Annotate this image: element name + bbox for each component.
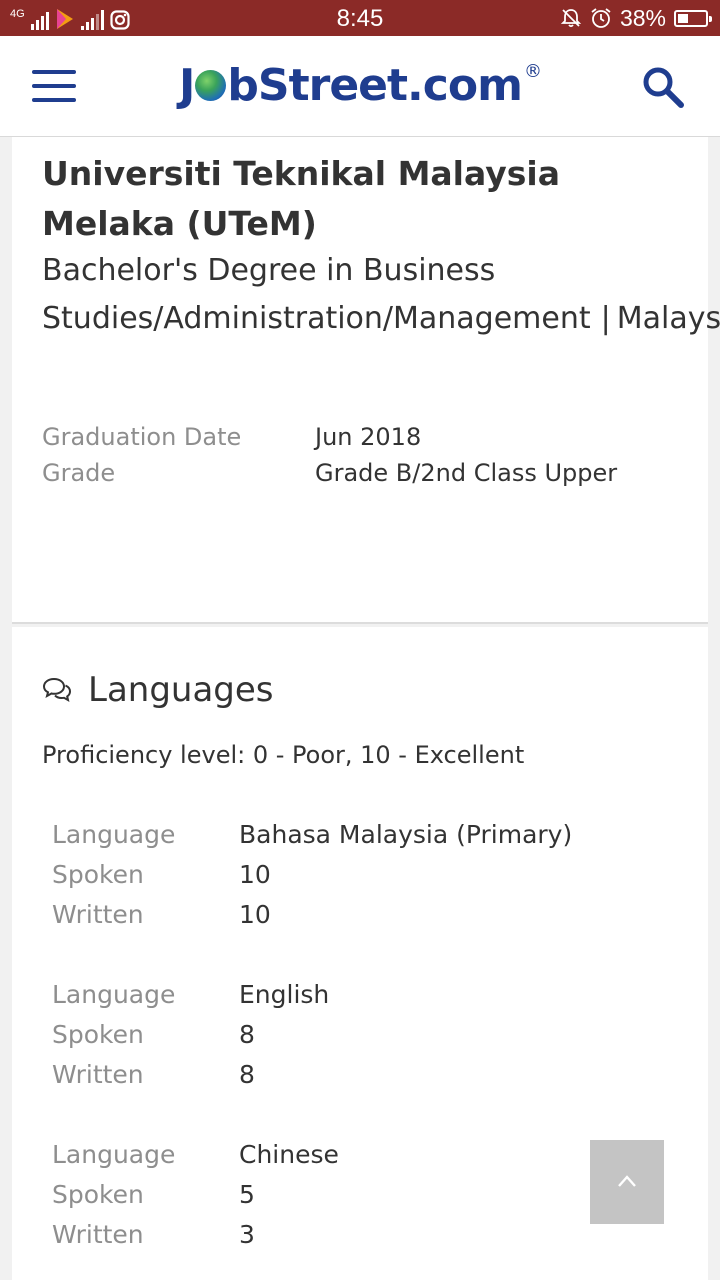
written-label: Written xyxy=(52,1220,144,1249)
alarm-icon xyxy=(591,8,611,28)
education-card: Universiti Teknikal Malaysia Melaka (UTe… xyxy=(12,137,720,624)
chevron-up-icon xyxy=(618,1175,636,1187)
grade-label: Grade xyxy=(42,459,116,487)
back-to-top-button[interactable] xyxy=(590,1140,664,1224)
languages-title: Languages xyxy=(88,670,274,710)
spoken-label: Spoken xyxy=(52,1020,144,1049)
spoken-value: 5 xyxy=(239,1180,255,1209)
battery-fill xyxy=(678,13,688,23)
spoken-label: Spoken xyxy=(52,860,144,889)
degree-separator: | xyxy=(600,301,611,336)
languages-heading: Languages xyxy=(42,665,274,715)
jobstreet-logo[interactable]: JbStreet.com ® xyxy=(0,58,720,114)
mute-icon xyxy=(560,9,582,28)
graduation-date-value: Jun 2018 xyxy=(315,423,422,451)
written-label: Written xyxy=(52,1060,144,1089)
written-value: 3 xyxy=(239,1220,255,1249)
spoken-label: Spoken xyxy=(52,1180,144,1209)
degree-info: Bachelor's Degree in Business Studies/Ad… xyxy=(42,247,720,343)
degree-name: Bachelor's Degree in Business Studies/Ad… xyxy=(42,253,591,336)
language-label: Language xyxy=(52,820,176,849)
language-label: Language xyxy=(52,980,176,1009)
grade-value: Grade B/2nd Class Upper xyxy=(315,459,618,487)
degree-country: Malaysia xyxy=(616,301,720,336)
language-label: Language xyxy=(52,1140,176,1169)
battery-icon xyxy=(674,9,712,27)
graduation-date-label: Graduation Date xyxy=(42,423,242,451)
registered-mark: ® xyxy=(523,61,542,82)
language-value: English xyxy=(239,980,330,1009)
proficiency-note: Proficiency level: 0 - Poor, 10 - Excell… xyxy=(42,741,525,769)
chat-bubbles-icon xyxy=(42,677,72,702)
spoken-value: 8 xyxy=(239,1020,255,1049)
language-value: Bahasa Malaysia (Primary) xyxy=(239,820,573,849)
globe-icon xyxy=(195,69,227,101)
language-entry: Language English Spoken 8 Written 8 xyxy=(52,975,672,1095)
app-header: JbStreet.com ® xyxy=(0,36,720,137)
status-bar: 4G 8:45 38% xyxy=(0,0,720,36)
school-name: Universiti Teknikal Malaysia Melaka (UTe… xyxy=(42,154,560,243)
written-value: 10 xyxy=(239,900,271,929)
logo-text-start: J xyxy=(179,60,195,111)
search-icon[interactable] xyxy=(640,64,686,110)
battery-percent: 38% xyxy=(619,5,666,31)
language-value: Chinese xyxy=(239,1140,339,1169)
language-entry: Language Bahasa Malaysia (Primary) Spoke… xyxy=(52,815,672,935)
written-label: Written xyxy=(52,900,144,929)
spoken-value: 10 xyxy=(239,860,271,889)
status-right-icons: 38% xyxy=(560,5,712,31)
logo-text-end: bStreet.com xyxy=(227,60,523,111)
language-entry: Language Chinese Spoken 5 Written 3 xyxy=(52,1135,672,1255)
written-value: 8 xyxy=(239,1060,255,1089)
